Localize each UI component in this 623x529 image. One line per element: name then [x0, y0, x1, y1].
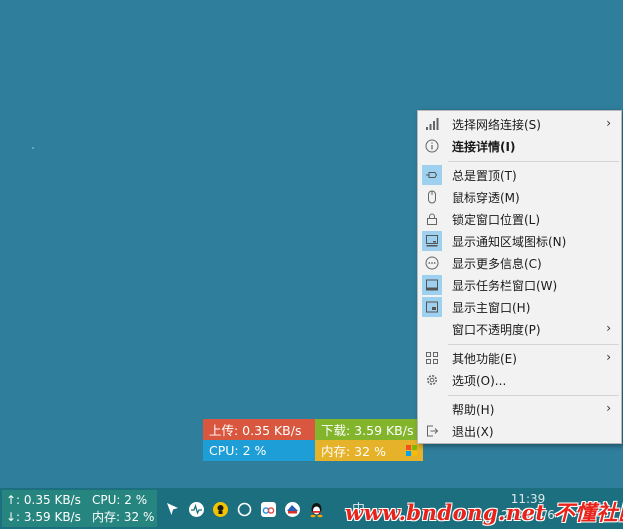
- submenu-arrow-icon: ›: [606, 116, 611, 130]
- menu-item-help[interactable]: 帮助(H) ›: [418, 398, 621, 420]
- system-tray: [160, 498, 328, 520]
- more-info-icon: [422, 253, 442, 273]
- menu-item-connection-details[interactable]: 连接详情(I): [418, 135, 621, 157]
- menu-item-label: 显示通知区域图标(N): [452, 235, 567, 249]
- menu-item-label: 显示更多信息(C): [452, 257, 542, 271]
- menu-item-label: 选择网络连接(S): [452, 118, 541, 132]
- signal-bars-icon: [422, 114, 442, 134]
- windows-logo-icon: [406, 445, 417, 456]
- notify-area-icon: [422, 231, 442, 251]
- menu-item-show-notify-icon[interactable]: 显示通知区域图标(N): [418, 230, 621, 252]
- context-menu: 选择网络连接(S) › 连接详情(I) 总是置顶(T) 鼠标穿透(M) 锁定窗口…: [417, 110, 622, 444]
- mouse-icon: [422, 187, 442, 207]
- tray-cloud-app-icon[interactable]: [256, 498, 280, 520]
- cpu-usage: CPU: 2 %: [203, 440, 315, 461]
- traffic-monitor-widget[interactable]: 上传: 0.35 KB/s 下载: 3.59 KB/s CPU: 2 % 内存:…: [203, 419, 423, 461]
- menu-item-label: 锁定窗口位置(L): [452, 213, 541, 227]
- menu-separator: [448, 161, 619, 162]
- taskbar-upload-speed: ↑: 0.35 KB/s: [6, 493, 81, 507]
- menu-item-lock-position[interactable]: 锁定窗口位置(L): [418, 208, 621, 230]
- tray-bird-app-icon[interactable]: [280, 498, 304, 520]
- menu-item-show-taskbar-window[interactable]: 显示任务栏窗口(W): [418, 274, 621, 296]
- menu-item-label: 显示主窗口(H): [452, 301, 531, 315]
- site-watermark: www.bndong.net 不懂社区: [345, 500, 623, 525]
- memory-usage-label: 内存: 32 %: [321, 444, 386, 459]
- gear-icon: [422, 370, 442, 390]
- menu-item-select-connection[interactable]: 选择网络连接(S) ›: [418, 113, 621, 135]
- menu-item-other-functions[interactable]: 其他功能(E) ›: [418, 347, 621, 369]
- lock-icon: [422, 209, 442, 229]
- menu-item-mouse-through[interactable]: 鼠标穿透(M): [418, 186, 621, 208]
- taskbar-download-speed: ↓: 3.59 KB/s: [6, 510, 81, 524]
- pin-icon: [422, 165, 442, 185]
- tray-qq-icon[interactable]: [304, 498, 328, 520]
- menu-item-label: 总是置顶(T): [452, 169, 517, 183]
- menu-item-label: 帮助(H): [452, 403, 495, 417]
- menu-item-label: 退出(X): [452, 425, 494, 439]
- tray-yellow-app-icon[interactable]: [208, 498, 232, 520]
- menu-item-label: 选项(O)...: [452, 374, 507, 388]
- menu-item-label: 其他功能(E): [452, 352, 517, 366]
- menu-item-show-main-window[interactable]: 显示主窗口(H): [418, 296, 621, 318]
- info-icon: [422, 136, 442, 156]
- menu-item-label: 窗口不透明度(P): [452, 323, 541, 337]
- submenu-arrow-icon: ›: [606, 321, 611, 335]
- menu-separator: [448, 344, 619, 345]
- grid-icon: [422, 348, 442, 368]
- submenu-arrow-icon: ›: [606, 401, 611, 415]
- download-speed: 下载: 3.59 KB/s: [315, 419, 423, 440]
- submenu-arrow-icon: ›: [606, 350, 611, 364]
- tray-circle-app-icon[interactable]: [232, 498, 256, 520]
- menu-item-always-on-top[interactable]: 总是置顶(T): [418, 164, 621, 186]
- taskbar-memory-usage: 内存: 32 %: [92, 510, 155, 524]
- menu-item-label: 显示任务栏窗口(W): [452, 279, 558, 293]
- memory-usage: 内存: 32 %: [315, 440, 423, 461]
- menu-item-opacity[interactable]: 窗口不透明度(P) ›: [418, 318, 621, 340]
- menu-item-exit[interactable]: 退出(X): [418, 420, 621, 442]
- taskbar-monitor-window[interactable]: ↑: 0.35 KB/s CPU: 2 % ↓: 3.59 KB/s 内存: 3…: [2, 490, 157, 527]
- desktop-speck: [32, 147, 34, 149]
- tray-cursor-app-icon[interactable]: [160, 498, 184, 520]
- main-window-icon: [422, 297, 442, 317]
- menu-separator: [448, 395, 619, 396]
- taskbar-window-icon: [422, 275, 442, 295]
- exit-icon: [422, 421, 442, 441]
- menu-item-options[interactable]: 选项(O)...: [418, 369, 621, 391]
- upload-speed: 上传: 0.35 KB/s: [203, 419, 315, 440]
- taskbar-cpu-usage: CPU: 2 %: [92, 493, 148, 507]
- menu-item-label: 连接详情(I): [452, 140, 516, 154]
- tray-pulse-app-icon[interactable]: [184, 498, 208, 520]
- menu-item-show-more-info[interactable]: 显示更多信息(C): [418, 252, 621, 274]
- menu-item-label: 鼠标穿透(M): [452, 191, 520, 205]
